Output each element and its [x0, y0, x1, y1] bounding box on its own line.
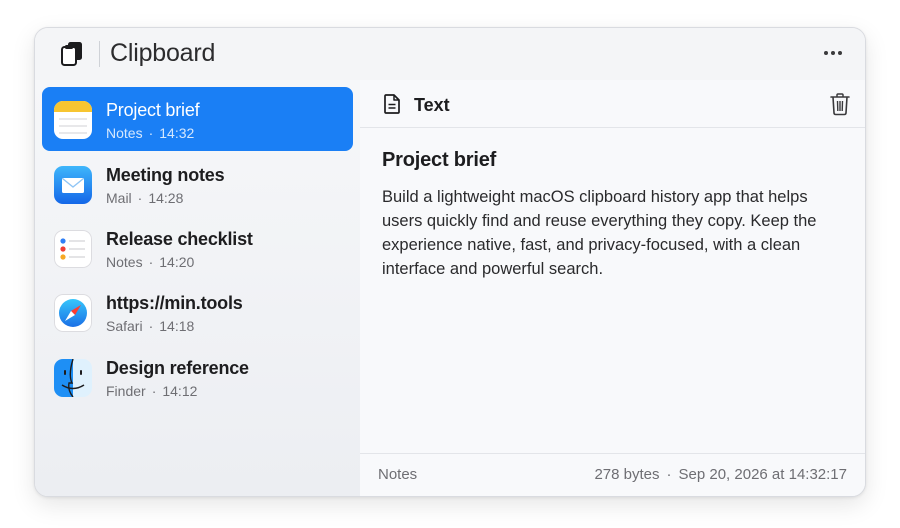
list-item[interactable]: Release checklist Notes · 14:20: [42, 216, 353, 280]
more-options-button[interactable]: [819, 42, 847, 64]
source-app-label: Notes: [378, 466, 418, 483]
meta-separator: ·: [148, 254, 154, 270]
list-item[interactable]: Design reference Finder · 14:12: [42, 345, 353, 409]
ellipsis-icon: [824, 51, 842, 55]
window-title: Clipboard: [110, 39, 216, 67]
meta-separator: ·: [137, 190, 143, 206]
meta-separator: ·: [148, 125, 154, 141]
delete-button[interactable]: [829, 92, 851, 116]
content-body: Build a lightweight macOS clipboard hist…: [382, 188, 817, 278]
meta-separator: ·: [151, 383, 157, 399]
list-item-time: 14:18: [159, 318, 195, 334]
list-item-app: Notes: [106, 254, 143, 270]
list-item-title: Project brief: [106, 100, 200, 120]
document-icon: [383, 94, 401, 114]
list-item-app: Notes: [106, 125, 143, 141]
list-item-time: 14:28: [148, 190, 184, 206]
item-info: 278 bytes · Sep 20, 2026 at 14:32:17: [594, 466, 847, 483]
content-type-label: Text: [414, 95, 450, 115]
reminders-list-icon: [54, 230, 92, 268]
list-item-meta: Notes · 14:20: [106, 254, 194, 270]
mail-app-icon: [54, 166, 92, 204]
content-title: Project brief: [382, 149, 497, 171]
clipboard-window: Clipboard Project brief Notes · 14:32 Me…: [34, 27, 866, 497]
notes-app-icon: [54, 101, 92, 139]
list-item-title: Design reference: [106, 358, 249, 378]
list-item-meta: Notes · 14:32: [106, 125, 194, 141]
list-item-meta: Mail · 14:28: [106, 190, 183, 206]
list-item-title: Meeting notes: [106, 165, 225, 185]
list-item-meta: Safari · 14:18: [106, 318, 194, 334]
detail-header: Text: [360, 80, 865, 128]
footer-separator: ·: [666, 466, 672, 483]
clipboard-pages-icon: [59, 41, 85, 67]
item-timestamp: Sep 20, 2026 at 14:32:17: [678, 466, 847, 483]
trash-icon: [829, 93, 851, 120]
detail-footer: Notes 278 bytes · Sep 20, 2026 at 14:32:17: [360, 453, 865, 496]
clipboard-history-list: Project brief Notes · 14:32 Meeting notes …: [35, 80, 361, 496]
list-item-app: Safari: [106, 318, 143, 334]
finder-app-icon: [54, 359, 92, 397]
list-item-app: Mail: [106, 190, 132, 206]
list-item[interactable]: https://min.tools Safari · 14:18: [42, 280, 353, 344]
meta-separator: ·: [148, 318, 154, 334]
list-item-time: 14:32: [159, 125, 195, 141]
list-item-app: Finder: [106, 383, 146, 399]
list-item[interactable]: Project brief Notes · 14:32: [42, 87, 353, 151]
list-item-meta: Finder · 14:12: [106, 383, 197, 399]
title-bar: Clipboard: [35, 28, 865, 81]
detail-pane: Text Project brief Build a lightweight m…: [360, 80, 865, 496]
list-item-title: https://min.tools: [106, 293, 243, 313]
list-item[interactable]: Meeting notes Mail · 14:28: [42, 152, 353, 216]
list-item-time: 14:20: [159, 254, 195, 270]
list-item-title: Release checklist: [106, 229, 253, 249]
item-size: 278 bytes: [594, 466, 660, 483]
title-separator: [99, 41, 100, 67]
safari-app-icon: [54, 294, 92, 332]
list-item-time: 14:12: [162, 383, 198, 399]
